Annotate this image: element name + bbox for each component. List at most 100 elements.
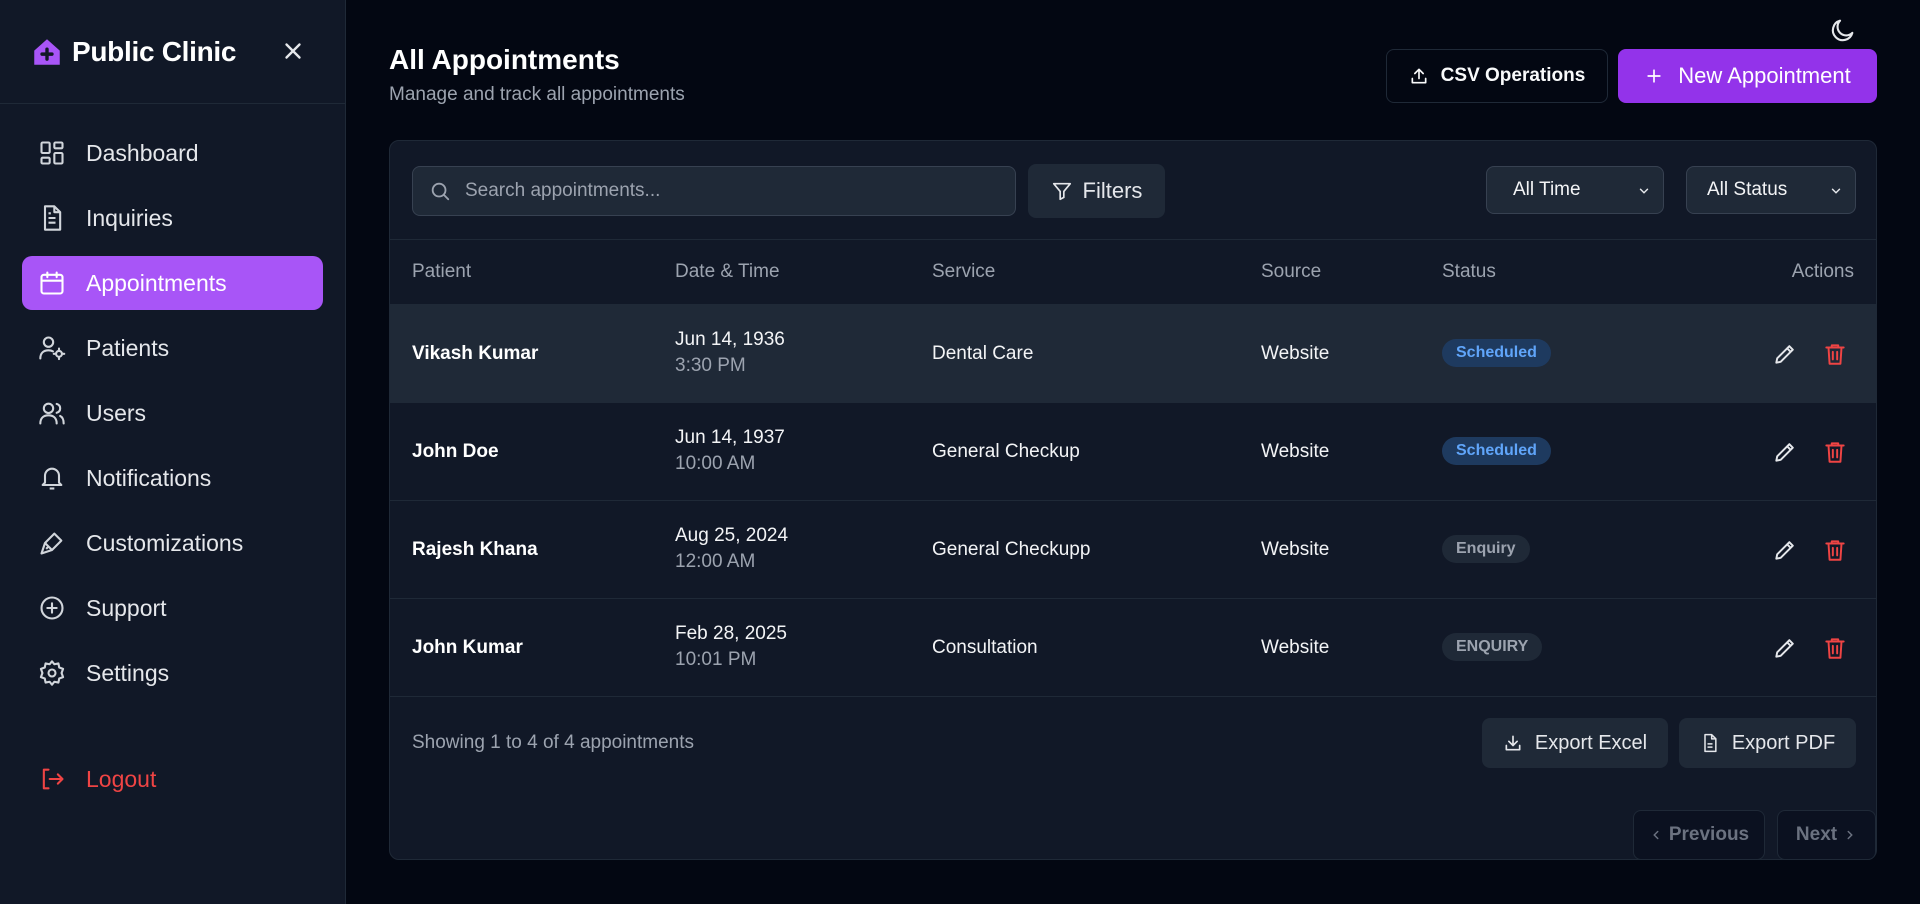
patient-name: Rajesh Khana <box>412 539 538 560</box>
sidebar-item-label: Appointments <box>86 269 227 296</box>
appointment-date: Jun 14, 1936 <box>675 329 785 350</box>
page-title: All Appointments <box>389 44 620 75</box>
logout-icon <box>42 768 64 790</box>
patient-name: Vikash Kumar <box>412 343 539 364</box>
time-filter-select[interactable]: All Time <box>1486 166 1664 214</box>
moon-icon[interactable] <box>1829 16 1857 44</box>
table-row[interactable]: John Doe Jun 14, 1937 10:00 AM General C… <box>390 402 1876 500</box>
table-footer: Showing 1 to 4 of 4 appointments Export … <box>390 696 1876 861</box>
edit-icon[interactable] <box>1772 341 1798 367</box>
next-page-button[interactable]: Next <box>1777 810 1876 860</box>
sidebar-item-label: Customizations <box>86 529 244 556</box>
sidebar-item-patients[interactable]: Patients <box>22 321 323 375</box>
filters-button[interactable]: Filters <box>1028 164 1165 218</box>
status-badge: Scheduled <box>1442 339 1551 367</box>
source-name: Website <box>1261 637 1330 658</box>
csv-operations-button[interactable]: CSV Operations <box>1386 49 1608 103</box>
time-filter-value: All Time <box>1513 179 1581 200</box>
export-excel-label: Export Excel <box>1534 731 1648 754</box>
clinic-logo-icon <box>34 38 60 65</box>
previous-page-button[interactable]: Previous <box>1633 810 1765 860</box>
sidebar-item-label: Patients <box>86 334 170 361</box>
brush-icon <box>40 532 63 555</box>
status-badge: Scheduled <box>1442 437 1551 465</box>
sidebar-nav: Dashboard Inquiries Appointments Patient… <box>0 104 345 700</box>
user-gear-icon <box>39 336 66 361</box>
edit-icon[interactable] <box>1772 635 1798 661</box>
filters-label: Filters <box>1082 178 1143 203</box>
export-pdf-label: Export PDF <box>1731 731 1836 754</box>
new-appointment-label: New Appointment <box>1678 63 1851 88</box>
search-box <box>412 166 1016 216</box>
delete-icon[interactable] <box>1822 439 1848 465</box>
delete-icon[interactable] <box>1822 537 1848 563</box>
appointments-card: Filters All Time All Status Patient Date… <box>389 140 1877 860</box>
bell-icon <box>41 467 63 490</box>
status-filter-select[interactable]: All Status <box>1686 166 1856 214</box>
source-name: Website <box>1261 441 1330 462</box>
table-row[interactable]: Vikash Kumar Jun 14, 1936 3:30 PM Dental… <box>390 304 1876 402</box>
appointment-time: 12:00 AM <box>675 551 756 572</box>
sidebar-item-label: Notifications <box>86 464 212 491</box>
export-excel-button[interactable]: Export Excel <box>1482 718 1668 768</box>
plus-circle-icon <box>40 596 64 620</box>
sidebar-item-label: Dashboard <box>86 139 199 166</box>
sidebar-item-settings[interactable]: Settings <box>22 646 323 700</box>
filter-icon <box>1052 182 1071 201</box>
table-header: Patient Date & Time Service Source Statu… <box>390 240 1876 304</box>
appointment-date: Jun 14, 1937 <box>675 427 785 448</box>
sidebar-item-label: Support <box>86 594 167 621</box>
calendar-icon <box>40 271 64 295</box>
main-content: All Appointments Manage and track all ap… <box>389 0 1920 904</box>
plus-icon <box>1647 69 1661 83</box>
document-icon <box>43 205 62 231</box>
users-icon <box>39 402 65 425</box>
page-subtitle: Manage and track all appointments <box>389 84 685 105</box>
column-header-service: Service <box>932 261 996 282</box>
edit-icon[interactable] <box>1772 439 1798 465</box>
sidebar-item-customizations[interactable]: Customizations <box>22 516 323 570</box>
column-header-actions: Actions <box>1791 261 1854 282</box>
service-name: General Checkupp <box>932 539 1091 560</box>
sidebar-item-notifications[interactable]: Notifications <box>22 451 323 505</box>
edit-icon[interactable] <box>1772 537 1798 563</box>
close-sidebar-icon[interactable] <box>280 38 306 64</box>
search-input[interactable] <box>465 180 985 202</box>
source-name: Website <box>1261 343 1330 364</box>
export-pdf-button[interactable]: Export PDF <box>1679 718 1856 768</box>
new-appointment-button[interactable]: New Appointment <box>1618 49 1877 103</box>
download-icon <box>1505 735 1521 751</box>
service-name: Dental Care <box>932 343 1034 364</box>
sidebar-item-support[interactable]: Support <box>22 581 323 635</box>
pagination-summary: Showing 1 to 4 of 4 appointments <box>412 732 695 753</box>
column-header-patient: Patient <box>412 261 472 282</box>
appointment-date: Aug 25, 2024 <box>675 525 789 546</box>
sidebar-item-appointments[interactable]: Appointments <box>22 256 323 310</box>
sidebar: Public Clinic Dashboard Inquiries Appoin… <box>0 0 346 904</box>
chevron-down-icon <box>1831 188 1841 194</box>
table-row[interactable]: Rajesh Khana Aug 25, 2024 12:00 AM Gener… <box>390 500 1876 598</box>
sidebar-item-inquiries[interactable]: Inquiries <box>22 191 323 245</box>
service-name: General Checkup <box>932 441 1080 462</box>
status-badge: Enquiry <box>1442 535 1530 563</box>
sidebar-item-users[interactable]: Users <box>22 386 323 440</box>
chevron-left-icon <box>1653 830 1659 840</box>
sidebar-item-label: Users <box>86 399 147 426</box>
delete-icon[interactable] <box>1822 341 1848 367</box>
next-label: Next <box>1795 824 1838 845</box>
brand-title: Public Clinic <box>72 35 237 67</box>
previous-label: Previous <box>1668 824 1750 845</box>
logout-button[interactable]: Logout <box>22 752 324 806</box>
table-row[interactable]: John Kumar Feb 28, 2025 10:01 PM Consult… <box>390 598 1876 696</box>
column-header-date-time: Date & Time <box>675 261 780 282</box>
delete-icon[interactable] <box>1822 635 1848 661</box>
appointment-time: 3:30 PM <box>675 355 746 376</box>
brand-header: Public Clinic <box>0 0 345 104</box>
status-filter-value: All Status <box>1707 179 1788 200</box>
status-badge: ENQUIRY <box>1442 633 1543 661</box>
sidebar-item-dashboard[interactable]: Dashboard <box>22 126 323 180</box>
appointment-date: Feb 28, 2025 <box>675 623 787 644</box>
appointment-time: 10:01 PM <box>675 649 757 670</box>
app-root: Public Clinic Dashboard Inquiries Appoin… <box>0 0 1920 904</box>
dashboard-icon <box>40 141 64 165</box>
